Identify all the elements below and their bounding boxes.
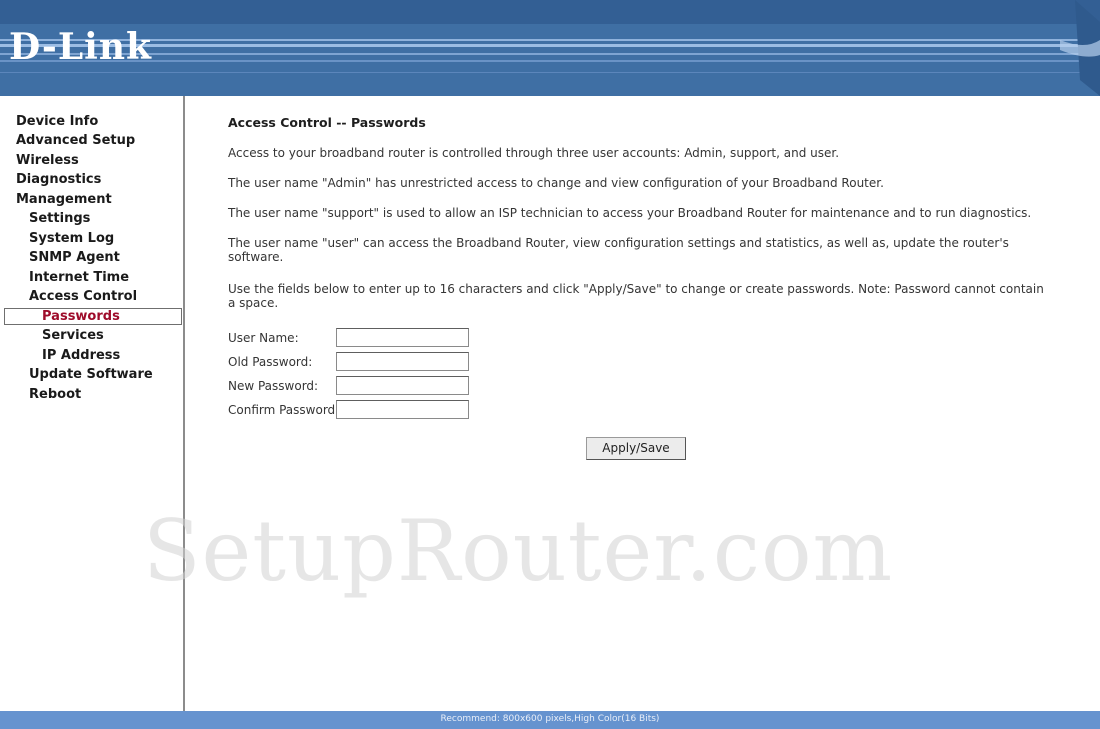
- admin-description: The user name "Admin" has unrestricted a…: [228, 176, 884, 190]
- sidebar-item-services[interactable]: Services: [42, 328, 104, 343]
- username-label: User Name:: [228, 331, 299, 345]
- sidebar-item-update-software[interactable]: Update Software: [29, 367, 153, 382]
- instructions-note: Use the fields below to enter up to 16 c…: [228, 282, 1044, 310]
- sidebar-item-reboot[interactable]: Reboot: [29, 387, 81, 402]
- confirm-password-input[interactable]: [336, 400, 469, 419]
- sidebar-nav: Device Info Advanced Setup Wireless Diag…: [0, 96, 185, 711]
- sidebar-item-diagnostics[interactable]: Diagnostics: [16, 172, 101, 187]
- old-password-label: Old Password:: [228, 355, 313, 369]
- sidebar-item-wireless[interactable]: Wireless: [16, 153, 79, 168]
- header-decoration: [0, 0, 1100, 96]
- intro-paragraph: Access to your broadband router is contr…: [228, 146, 840, 160]
- watermark-text: SetupRouter.com: [143, 502, 894, 600]
- old-password-input[interactable]: [336, 352, 469, 371]
- new-password-label: New Password:: [228, 379, 319, 393]
- sidebar-item-management[interactable]: Management: [16, 192, 112, 207]
- sidebar-item-device-info[interactable]: Device Info: [16, 114, 98, 129]
- sidebar-item-internet-time[interactable]: Internet Time: [29, 270, 129, 285]
- user-description: The user name "user" can access the Broa…: [228, 236, 1009, 264]
- apply-save-button[interactable]: Apply/Save: [586, 437, 686, 460]
- page-title: Access Control -- Passwords: [228, 115, 426, 130]
- sidebar-item-ip-address[interactable]: IP Address: [42, 348, 120, 363]
- sidebar-item-advanced-setup[interactable]: Advanced Setup: [16, 133, 135, 148]
- main-content: Access Control -- Passwords Access to yo…: [186, 96, 1100, 711]
- confirm-password-label: Confirm Password:: [228, 403, 340, 417]
- sidebar-item-access-control[interactable]: Access Control: [29, 289, 137, 304]
- header-banner: D-Link: [0, 0, 1100, 96]
- support-description: The user name "support" is used to allow…: [228, 206, 1032, 220]
- footer-bar: Recommend: 800x600 pixels,High Color(16 …: [0, 711, 1100, 729]
- dlink-logo: D-Link: [9, 26, 152, 68]
- username-input[interactable]: [336, 328, 469, 347]
- sidebar-item-system-log[interactable]: System Log: [29, 231, 114, 246]
- sidebar-item-settings[interactable]: Settings: [29, 211, 90, 226]
- sidebar-item-passwords[interactable]: Passwords: [42, 309, 120, 324]
- sidebar-item-snmp-agent[interactable]: SNMP Agent: [29, 250, 120, 265]
- new-password-input[interactable]: [336, 376, 469, 395]
